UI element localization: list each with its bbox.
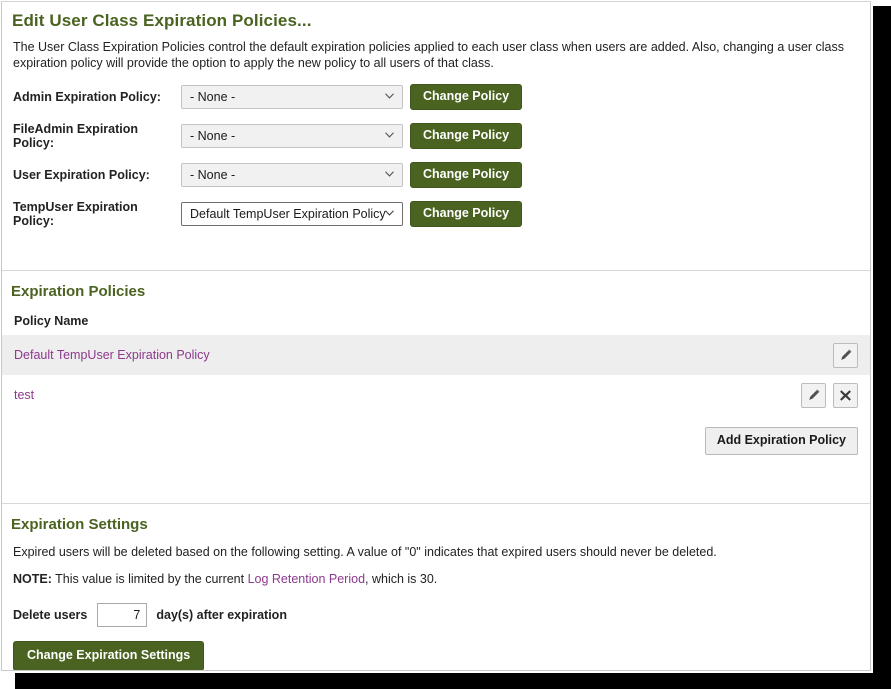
dialog-panel: Edit User Class Expiration Policies... T… [1,1,871,671]
admin-policy-select-value: - None - [181,85,403,109]
expiration-settings-heading: Expiration Settings [11,516,148,533]
tempuser-policy-select-value: Default TempUser Expiration Policy [181,202,403,226]
user-policy-label: User Expiration Policy: [13,168,150,182]
add-expiration-policy-button[interactable]: Add Expiration Policy [704,427,858,455]
log-retention-note: NOTE: This value is limited by the curre… [2,561,870,588]
intro-description: The User Class Expiration Policies contr… [13,40,845,70]
window-shadow-notch-bottom [0,672,15,689]
fileadmin-policy-select-value: - None - [181,124,403,148]
pencil-icon [807,388,821,402]
submit-row: Change Expiration Settings [2,627,870,670]
note-text-pre: This value is limited by the current [51,572,248,586]
admin-policy-label: Admin Expiration Policy: [13,90,161,104]
fileadmin-policy-select[interactable]: - None - [181,124,403,148]
form-row-user: User Expiration Policy: - None - Change … [13,162,870,188]
fileadmin-policy-label: FileAdmin Expiration Policy: [13,122,139,150]
form-row-fileadmin: FileAdmin Expiration Policy: - None - Ch… [13,122,870,150]
row-actions [801,382,858,408]
policy-name-column-header: Policy Name [14,314,89,328]
window-shadow-right [873,5,891,684]
delete-days-input[interactable] [97,603,148,627]
screenshot-root: Edit User Class Expiration Policies... T… [0,0,891,689]
policy-link-default-tempuser[interactable]: Default TempUser Expiration Policy [14,348,210,362]
table-row: Default TempUser Expiration Policy [2,335,870,375]
change-expiration-settings-button[interactable]: Change Expiration Settings [13,641,205,670]
note-label: NOTE: [13,572,52,586]
edit-policy-button[interactable] [833,342,858,368]
admin-policy-select[interactable]: - None - [181,85,403,109]
log-retention-period-link[interactable]: Log Retention Period [248,572,365,586]
change-policy-button-user[interactable]: Change Policy [410,162,523,188]
tempuser-policy-select[interactable]: Default TempUser Expiration Policy [181,202,403,226]
close-x-icon [839,389,852,402]
expiration-policies-heading: Expiration Policies [11,283,146,300]
change-policy-button-tempuser[interactable]: Change Policy [410,201,523,227]
note-text-post: , which is 30. [365,572,438,586]
window-shadow-notch-top [873,0,891,6]
delete-users-label-pre: Delete users [13,608,88,622]
pencil-icon [839,348,853,362]
expiration-settings-description: Expired users will be deleted based on t… [13,545,717,559]
user-class-policy-form: Admin Expiration Policy: - None - Change… [2,71,870,228]
delete-users-setting-row: Delete users day(s) after expiration [2,588,870,627]
delete-users-label-post: day(s) after expiration [156,608,287,622]
table-row: test [2,375,870,415]
form-row-tempuser: TempUser Expiration Policy: Default Temp… [13,200,870,228]
user-policy-select-value: - None - [181,163,403,187]
user-policy-select[interactable]: - None - [181,163,403,187]
policy-link-test[interactable]: test [14,388,34,402]
page-title: Edit User Class Expiration Policies... [12,11,312,30]
edit-policy-button[interactable] [801,382,826,408]
change-policy-button-admin[interactable]: Change Policy [410,84,523,110]
change-policy-button-fileadmin[interactable]: Change Policy [410,123,523,149]
tempuser-policy-label: TempUser Expiration Policy: [13,200,138,228]
add-policy-row: Add Expiration Policy [2,415,870,455]
row-actions [833,342,858,368]
delete-policy-button[interactable] [833,382,858,408]
form-row-admin: Admin Expiration Policy: - None - Change… [13,84,870,110]
window-shadow-bottom [14,673,891,689]
